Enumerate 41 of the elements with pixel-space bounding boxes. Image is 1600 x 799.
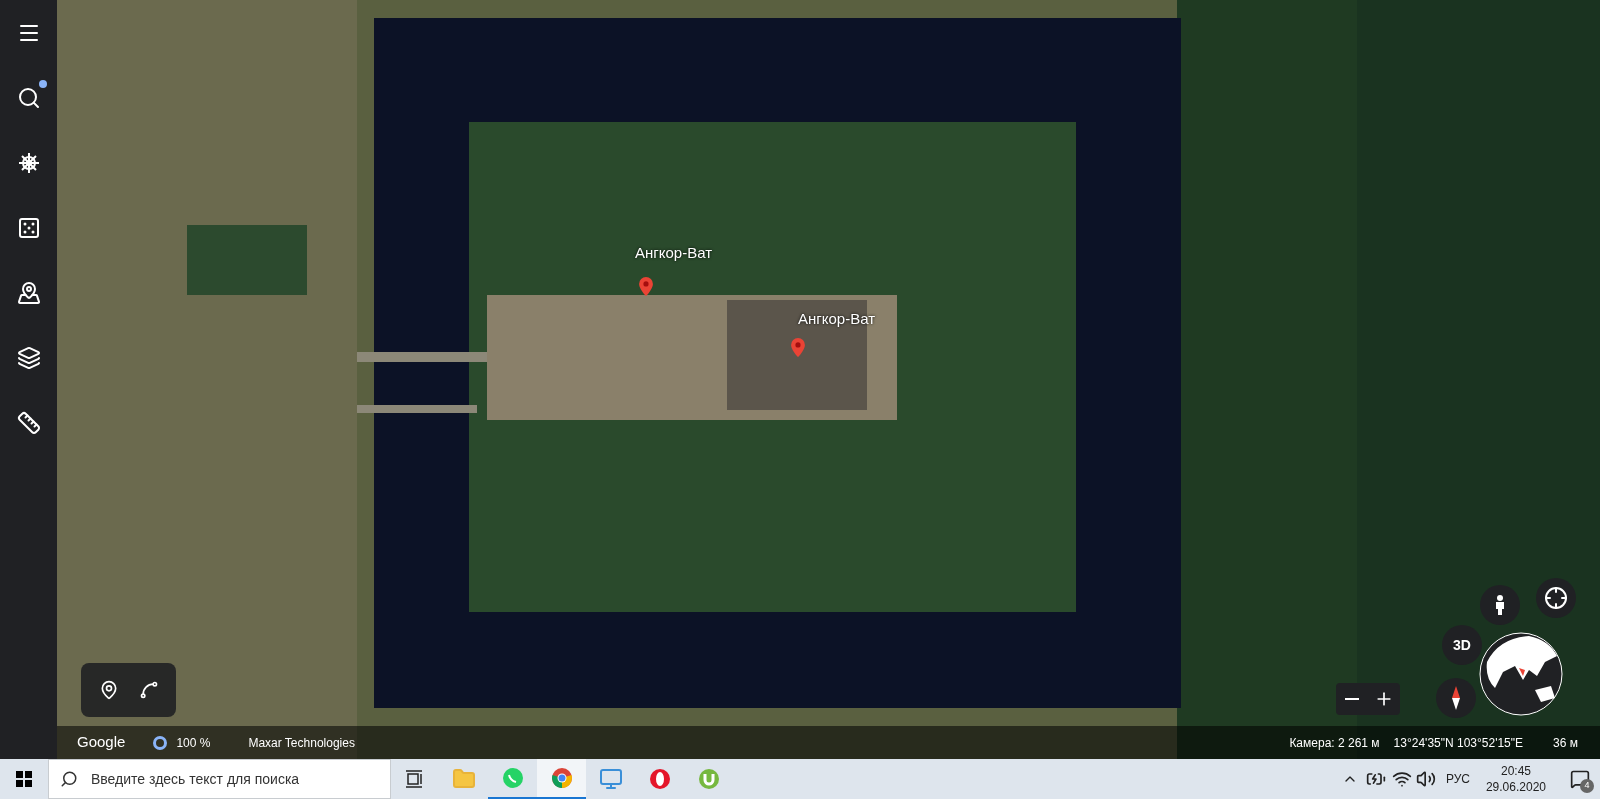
imagery-attribution: Maxar Technologies <box>248 734 355 752</box>
globe-icon <box>1479 632 1563 716</box>
google-logo: Google <box>77 732 126 753</box>
search-icon <box>60 770 78 788</box>
place-label: Ангкор-Ват <box>635 243 713 263</box>
dice-icon <box>18 218 39 238</box>
progress-text: 100 % <box>176 734 211 752</box>
language-indicator[interactable]: РУС <box>1445 770 1470 788</box>
notifications-button[interactable]: 4 <box>1560 759 1600 799</box>
location-pin-icon <box>791 338 805 357</box>
clock[interactable]: 20:45 29.06.2020 <box>1485 763 1546 795</box>
path-icon <box>138 680 159 700</box>
ship-wheel-icon <box>16 151 41 175</box>
opera-icon <box>647 767 672 791</box>
taskbar-app-button[interactable] <box>537 759 586 799</box>
location-target-icon <box>1544 586 1568 610</box>
folder-icon <box>451 767 476 791</box>
place-label: Ангкор-Ват <box>798 309 876 329</box>
progress-ring-icon <box>153 735 168 750</box>
scale-text: 36 м <box>1553 734 1578 752</box>
map-pin-icon <box>16 281 41 305</box>
monitor-icon <box>598 767 623 791</box>
path-button[interactable] <box>138 680 159 700</box>
compass-icon <box>1451 686 1461 710</box>
wifi-icon[interactable] <box>1391 769 1412 789</box>
ruler-icon <box>16 411 41 435</box>
layers-icon <box>16 346 41 370</box>
task-view-icon <box>406 770 424 788</box>
location-pin-icon <box>639 277 653 296</box>
minus-icon <box>1345 698 1359 700</box>
person-icon <box>1494 595 1506 615</box>
search-icon <box>16 86 41 110</box>
notification-count: 4 <box>1580 779 1594 793</box>
coordinates: 13°24'35"N 103°52'15"E <box>1393 734 1524 752</box>
volume-icon[interactable] <box>1415 769 1436 789</box>
camera-altitude: Камера: 2 261 м <box>1289 734 1380 752</box>
chrome-icon <box>549 766 574 790</box>
utorrent-icon <box>696 767 721 791</box>
taskbar-search-field[interactable]: Введите здесь текст для поиска <box>48 759 391 799</box>
windows-logo-icon <box>16 771 32 787</box>
chat-bubble-icon <box>500 766 525 790</box>
